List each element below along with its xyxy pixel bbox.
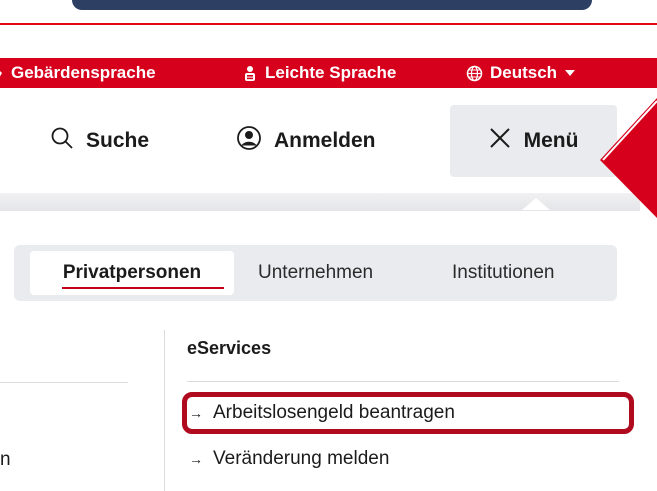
arrow-right-icon: →	[189, 451, 203, 467]
hands-icon	[0, 65, 4, 81]
link-report-change[interactable]: → Veränderung melden	[189, 448, 389, 470]
login-button[interactable]: Anmelden	[236, 105, 376, 177]
close-icon	[489, 127, 511, 155]
highlight-box	[182, 392, 634, 434]
tab-label: Privatpersonen	[62, 262, 202, 283]
language-label: Deutsch	[490, 63, 558, 82]
tab-label: Unternehmen	[258, 262, 374, 283]
sign-language-link[interactable]: Gebärdensprache	[0, 58, 156, 88]
left-column-item[interactable]: n	[0, 449, 11, 471]
link-label: Veränderung melden	[213, 448, 390, 469]
login-label: Anmelden	[274, 129, 376, 152]
search-label: Suche	[86, 129, 150, 152]
dropdown-caret-icon	[564, 69, 576, 77]
globe-icon	[466, 65, 483, 82]
corner-marker	[600, 98, 657, 223]
sign-language-label: Gebärdensprache	[11, 63, 156, 82]
section-title-eservices: eServices	[187, 338, 272, 358]
accessibility-bar: Gebärdensprache Leichte Sprache Deutsch	[0, 58, 657, 88]
search-button[interactable]: Suche	[50, 105, 149, 177]
search-icon	[50, 126, 74, 156]
menu-label: Menü	[523, 129, 579, 152]
tab-institutionen[interactable]: Institutionen	[452, 245, 554, 301]
tab-unternehmen[interactable]: Unternehmen	[258, 245, 373, 301]
section-divider	[187, 381, 619, 382]
language-selector[interactable]: Deutsch	[466, 58, 576, 88]
tab-label: Institutionen	[452, 262, 555, 283]
column-divider	[164, 330, 165, 491]
menu-close-button[interactable]: Menü	[450, 105, 617, 177]
menu-caret	[522, 198, 550, 210]
user-icon	[236, 125, 262, 157]
easy-language-link[interactable]: Leichte Sprache	[242, 58, 396, 88]
audience-tabs: Privatpersonen Unternehmen Institutionen	[14, 245, 617, 301]
top-rule	[0, 23, 657, 25]
easy-language-icon	[242, 65, 258, 82]
top-banner	[72, 0, 592, 10]
easy-language-label: Leichte Sprache	[265, 63, 397, 82]
left-column-divider	[0, 382, 128, 383]
active-tab-underline	[62, 287, 224, 289]
tab-privatpersonen[interactable]: Privatpersonen	[30, 251, 234, 295]
